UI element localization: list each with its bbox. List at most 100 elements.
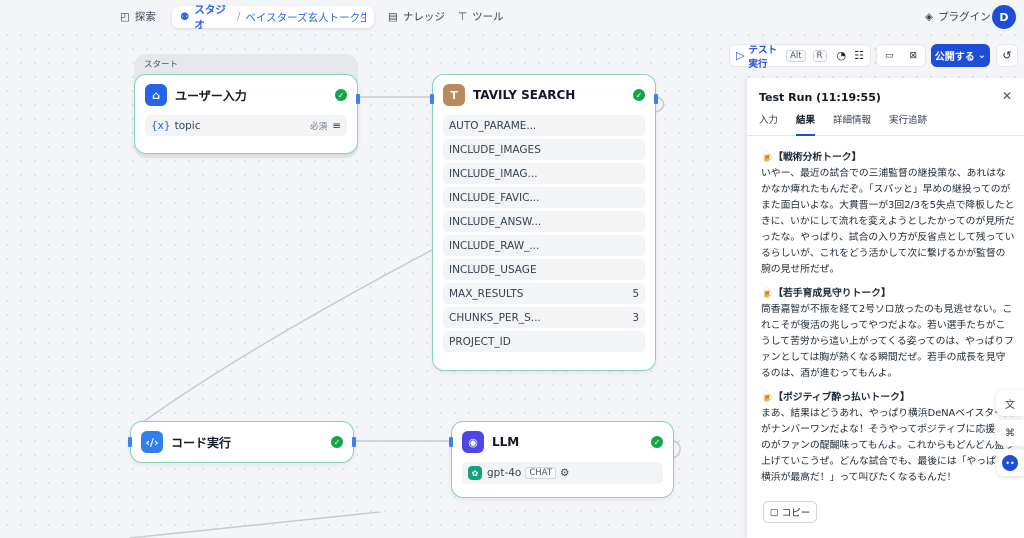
compass-icon: ◰ — [120, 10, 130, 23]
openai-icon: ✿ — [468, 466, 482, 480]
check-icon: ✓ — [335, 89, 347, 101]
param-name: INCLUDE_IMAGES — [449, 143, 541, 156]
assistant-button[interactable]: •• — [996, 450, 1024, 476]
nav-studio-label: スタジオ — [194, 4, 226, 31]
node-code-exec[interactable]: ‹/› コード実行 ✓ — [128, 421, 356, 463]
result-section: 🍺【若手育成見守りトーク】 筒香嘉智が不振を経て2号ソロ放ったのも見逃せない。これ… — [761, 288, 1014, 379]
tab-input[interactable]: 入力 — [759, 114, 778, 136]
brain-icon: ◉ — [462, 431, 484, 453]
history-icon: ↺ — [1002, 49, 1012, 62]
node-title: コード実行 — [171, 435, 232, 450]
nav-tools[interactable]: ⊤ ツール — [458, 9, 504, 24]
env-icon[interactable]: ▭ — [885, 51, 894, 61]
nav-knowledge[interactable]: ▤ ナレッジ — [388, 9, 445, 24]
menu-icon: ≡ — [332, 119, 341, 132]
result-section: 🍺【戦術分析トーク】 いやー、最近の試合での三浦監督の継投策な、あれはなかなか痺れ… — [761, 152, 1015, 275]
param-field[interactable]: CHUNKS_PER_S... 3 — [443, 307, 645, 328]
shortcuts-button[interactable]: ⌘ — [996, 420, 1024, 446]
input-port[interactable] — [430, 94, 434, 104]
param-name: INCLUDE_USAGE — [449, 263, 537, 276]
param-name: MAX_RESULTS — [449, 287, 524, 300]
required-badge: 必須 — [310, 121, 328, 132]
nav-separator: / — [236, 11, 241, 23]
nav-plugins[interactable]: ◈ プラグイン — [925, 9, 991, 24]
tavily-logo-icon: T — [443, 84, 465, 106]
close-square-icon[interactable]: ⊠ — [909, 51, 917, 61]
node-title: ユーザー入力 — [175, 88, 247, 103]
param-value: 3 — [632, 311, 639, 324]
robot-icon: ⚉ — [180, 11, 190, 23]
panel-title: Test Run (11:19:55) — [759, 91, 881, 104]
start-label: スタート — [144, 60, 179, 70]
tab-trace[interactable]: 実行追跡 — [889, 114, 927, 136]
history-button[interactable]: ↺ — [996, 44, 1018, 67]
model-field[interactable]: ✿ gpt-4o CHAT ⚙ — [462, 462, 663, 484]
top-navigation: ◰ 探索 ⚉ スタジオ / ベイスターズ玄人トーク生... ▤ ナレッジ ⊤ ツ… — [0, 0, 1024, 34]
chevron-down-icon: ⌄ — [977, 50, 987, 61]
input-port[interactable] — [128, 437, 132, 447]
code-icon: ‹/› — [141, 431, 163, 453]
input-port[interactable] — [449, 437, 453, 447]
shortcut-alt: Alt — [786, 49, 806, 62]
nav-app-name[interactable]: ベイスターズ玄人トーク生... — [245, 10, 366, 25]
output-port[interactable] — [352, 437, 356, 447]
clipboard-icon: ▢ — [769, 506, 779, 518]
tab-result[interactable]: 結果 — [796, 114, 816, 136]
param-name: INCLUDE_FAVIC... — [449, 191, 540, 204]
home-icon: ⌂ — [145, 84, 167, 106]
param-name: INCLUDE_IMAG... — [449, 167, 538, 180]
run-toolbar: ▷ テスト実行 Alt R ◔ ☷ — [729, 42, 871, 70]
cube-icon: ◈ — [925, 10, 934, 23]
translate-icon: 文 — [1005, 399, 1015, 411]
env-toolbar: ▭ ⊠ — [876, 44, 926, 67]
param-name: INCLUDE_RAW_... — [449, 239, 540, 252]
test-run-button[interactable]: テスト実行 — [748, 42, 779, 70]
result-content: 🍺【戦術分析トーク】 いやー、最近の試合での三浦監督の継投策な、あれはなかなか痺れ… — [761, 150, 1015, 494]
output-port[interactable] — [356, 94, 360, 104]
chat-badge: CHAT — [525, 467, 557, 479]
nav-explore[interactable]: ◰ 探索 — [120, 9, 156, 24]
tab-details[interactable]: 詳細情報 — [833, 114, 871, 136]
variables-icon[interactable]: ☷ — [854, 49, 864, 62]
result-section: 🍺【ポジティブ酔っ払いトーク】 まあ、結果はどうあれ、やっぱり横浜DeNAベイスタ… — [761, 392, 1015, 483]
param-field[interactable]: INCLUDE_IMAGES — [443, 139, 645, 160]
param-value: 5 — [632, 287, 639, 300]
param-field[interactable]: PROJECT_ID — [443, 331, 645, 352]
checklist-icon[interactable]: ◔ — [837, 49, 847, 62]
test-run-panel: Test Run (11:19:55) ✕ 入力 結果 詳細情報 実行追跡 🍺【… — [746, 78, 1024, 538]
node-llm[interactable]: ◉ LLM ✓ ✿ gpt-4o CHAT ⚙ — [449, 421, 674, 498]
node-title: TAVILY SEARCH — [473, 88, 576, 102]
hammer-icon: ⊤ — [458, 10, 468, 23]
publish-button[interactable]: 公開する ⌄ — [931, 44, 990, 67]
avatar[interactable]: D — [992, 5, 1016, 29]
check-icon: ✓ — [651, 436, 663, 448]
param-name: CHUNKS_PER_S... — [449, 311, 541, 324]
param-field[interactable]: INCLUDE_IMAG... — [443, 163, 645, 184]
translate-button[interactable]: 文 — [996, 390, 1024, 416]
copy-button[interactable]: ▢ コピー — [763, 501, 817, 523]
close-icon[interactable]: ✕ — [1002, 89, 1012, 103]
node-user-input[interactable]: ⌂ ユーザー入力 ✓ {x} topic 必須 ≡ — [134, 74, 360, 154]
play-icon: ▷ — [736, 49, 745, 62]
settings-icon: ⚙ — [560, 467, 570, 479]
check-icon: ✓ — [331, 436, 343, 448]
shortcut-r: R — [812, 49, 827, 62]
tavily-params: AUTO_PARAME... INCLUDE_IMAGES INCLUDE_IMAG… — [433, 115, 655, 352]
param-name: INCLUDE_ANSW... — [449, 215, 542, 228]
output-port[interactable] — [654, 94, 658, 104]
node-title: LLM — [492, 435, 520, 449]
node-tavily-search[interactable]: T TAVILY SEARCH ✓ AUTO_PARAME... INCLUDE_… — [430, 74, 658, 371]
param-field[interactable]: INCLUDE_ANSW... — [443, 211, 645, 232]
command-icon: ⌘ — [1005, 427, 1015, 439]
param-field[interactable]: INCLUDE_USAGE — [443, 259, 645, 280]
book-icon: ▤ — [388, 10, 398, 23]
param-field[interactable]: AUTO_PARAME... — [443, 115, 645, 136]
param-name: AUTO_PARAME... — [449, 119, 537, 132]
check-icon: ✓ — [633, 89, 645, 101]
param-field[interactable]: INCLUDE_FAVIC... — [443, 187, 645, 208]
param-field[interactable]: INCLUDE_RAW_... — [443, 235, 645, 256]
nav-studio[interactable]: ⚉ スタジオ / ベイスターズ玄人トーク生... — [172, 4, 374, 31]
param-name: PROJECT_ID — [449, 335, 511, 348]
input-field-topic[interactable]: {x} topic 必須 ≡ — [145, 115, 347, 136]
param-field[interactable]: MAX_RESULTS 5 — [443, 283, 645, 304]
